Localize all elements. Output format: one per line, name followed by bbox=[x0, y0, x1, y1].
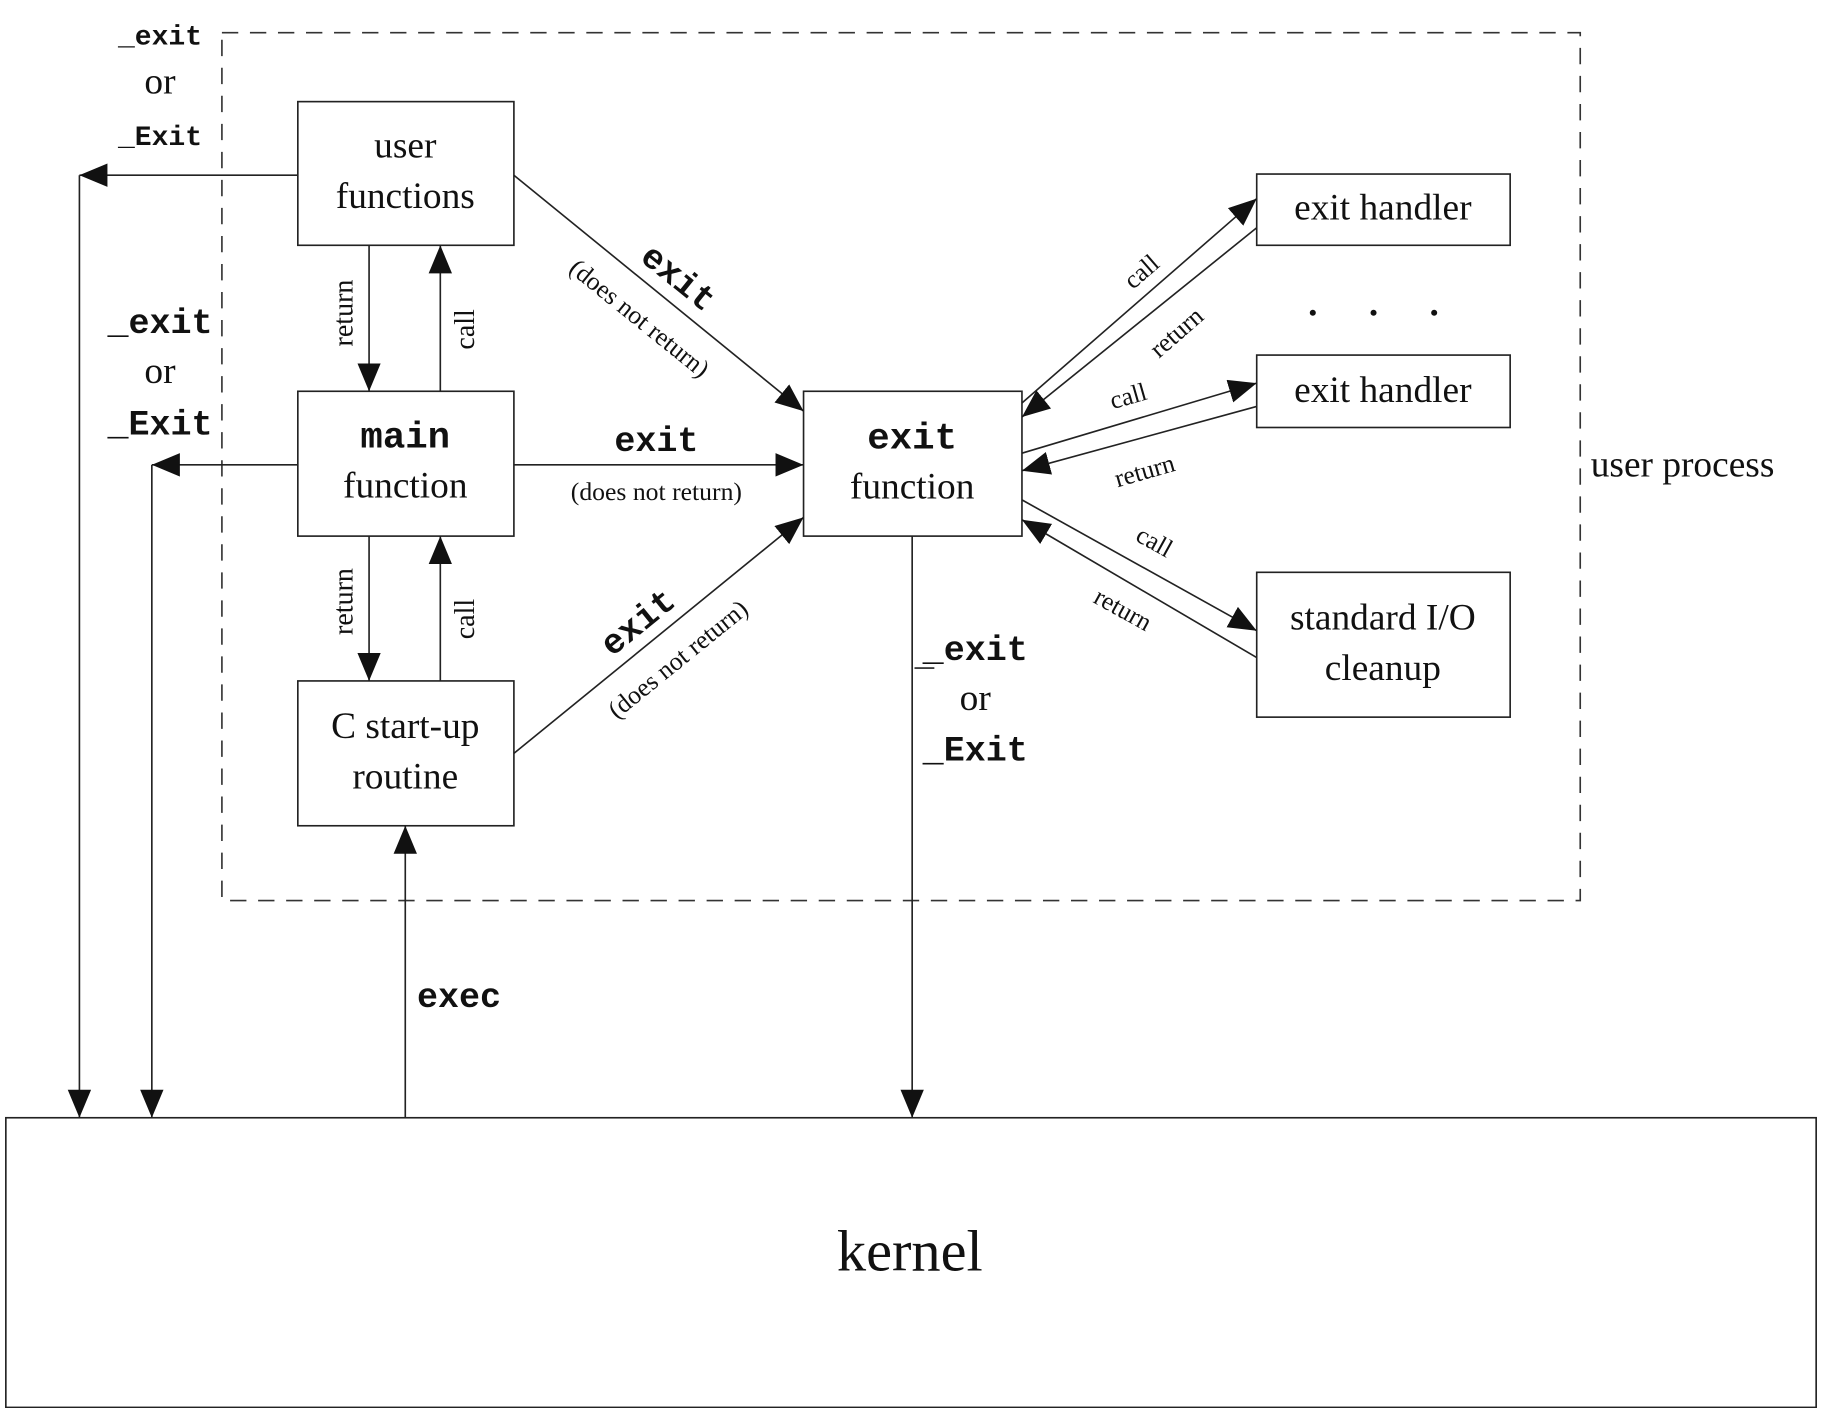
label-call-handler-1: call bbox=[1118, 248, 1165, 294]
label-exit-middle: exit bbox=[614, 422, 698, 462]
label-call-stdio: call bbox=[1131, 520, 1177, 563]
label-call-1: call bbox=[450, 309, 481, 350]
exit-handler-box-2: exit handler bbox=[1255, 354, 1511, 429]
label-return-2: return bbox=[329, 568, 360, 635]
label-exit-or-Exit-right: _exit or _Exit bbox=[922, 631, 1028, 771]
svg-text:_Exit: _Exit bbox=[117, 123, 202, 154]
label-exec: exec bbox=[417, 978, 501, 1018]
svg-text:exit handler: exit handler bbox=[1294, 188, 1472, 229]
svg-text:or: or bbox=[960, 678, 992, 719]
label-return-1: return bbox=[329, 280, 360, 347]
label-return-stdio: return bbox=[1089, 582, 1157, 637]
svg-text:functions: functions bbox=[336, 176, 475, 217]
exit-function-box: exit function bbox=[802, 390, 1023, 537]
ellipsis: . . . bbox=[1308, 283, 1460, 324]
svg-text:main: main bbox=[360, 417, 450, 459]
svg-text:standard I/O: standard I/O bbox=[1290, 598, 1476, 639]
svg-text:exit: exit bbox=[867, 419, 957, 461]
svg-text:or: or bbox=[144, 351, 176, 392]
svg-text:or: or bbox=[144, 61, 176, 102]
exit-flow-diagram: user process user functions main functio… bbox=[5, 22, 1817, 1408]
svg-text:exit handler: exit handler bbox=[1294, 370, 1472, 411]
svg-text:kernel: kernel bbox=[837, 1219, 983, 1284]
kernel-box: kernel bbox=[5, 1116, 1817, 1408]
user-functions-box: user functions bbox=[297, 100, 515, 247]
label-exit-or-Exit-middle: _exit or _Exit bbox=[106, 304, 212, 446]
arrow-call-handler-1 bbox=[1021, 197, 1258, 404]
svg-text:_Exit: _Exit bbox=[922, 731, 1028, 771]
svg-text:cleanup: cleanup bbox=[1325, 648, 1441, 689]
arrow-user-to-exit bbox=[513, 174, 805, 412]
label-call-2: call bbox=[450, 599, 481, 640]
svg-text:routine: routine bbox=[352, 756, 458, 797]
svg-text:function: function bbox=[343, 466, 468, 507]
label-return-handler-2: return bbox=[1111, 448, 1178, 493]
svg-text:function: function bbox=[850, 467, 975, 508]
main-function-box: main function bbox=[297, 390, 515, 537]
stdio-cleanup-box: standard I/O cleanup bbox=[1255, 571, 1511, 718]
label-exit-or-Exit-top: _exit or _Exit bbox=[117, 22, 202, 153]
svg-text:_Exit: _Exit bbox=[106, 405, 212, 445]
c-startup-routine-box: C start-up routine bbox=[297, 680, 515, 827]
label-call-handler-2: call bbox=[1106, 377, 1150, 415]
svg-text:_exit: _exit bbox=[117, 22, 202, 53]
label-does-not-return-middle: (does not return) bbox=[571, 477, 742, 506]
svg-text:_exit: _exit bbox=[922, 631, 1028, 671]
svg-text:_exit: _exit bbox=[106, 304, 212, 344]
svg-text:C start-up: C start-up bbox=[331, 706, 479, 747]
svg-text:user: user bbox=[374, 126, 437, 167]
exit-handler-box-1: exit handler bbox=[1255, 173, 1511, 247]
arrow-cstart-to-exit bbox=[513, 516, 805, 754]
user-process-label: user process bbox=[1591, 445, 1775, 486]
